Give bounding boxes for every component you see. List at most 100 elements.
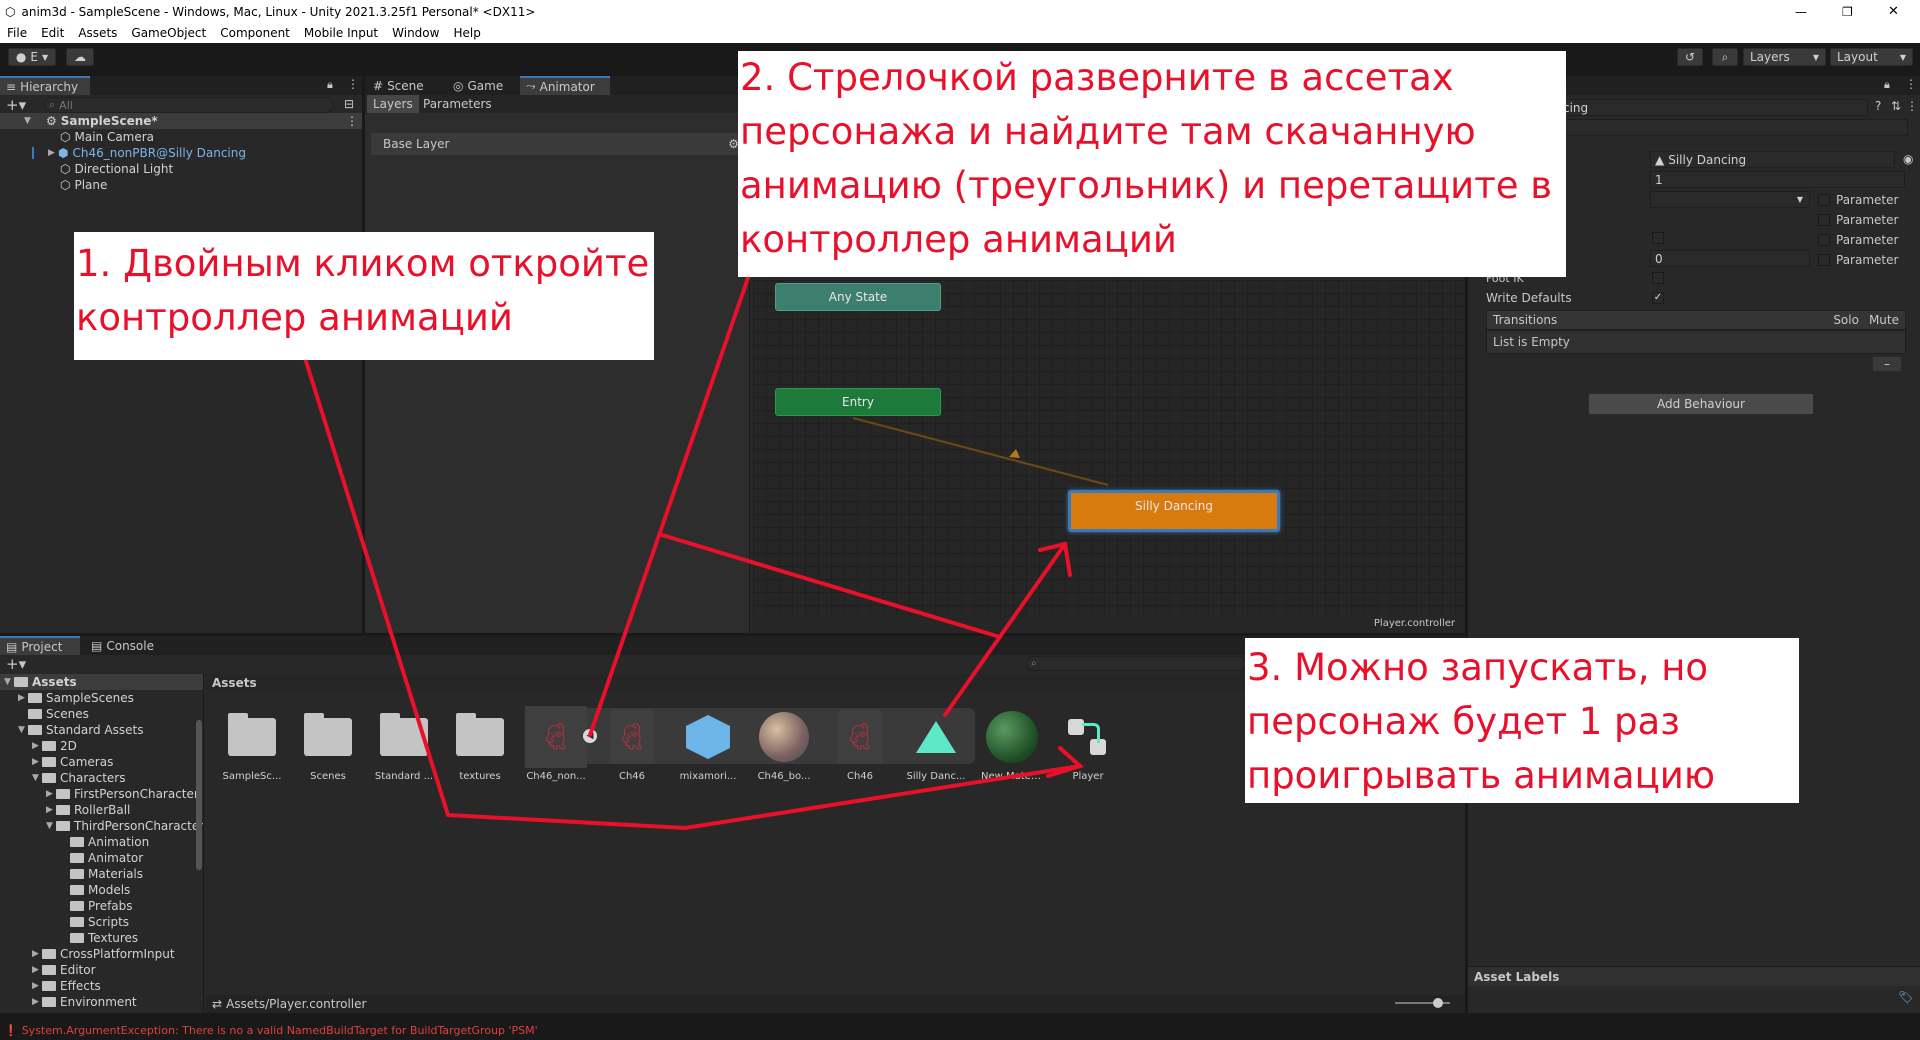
expand-arrow-icon[interactable]: ▼ [32, 773, 42, 783]
expand-arrow-icon[interactable]: ▶ [18, 693, 28, 703]
multiplier-param-toggle[interactable]: Parameter [1818, 191, 1898, 209]
hierarchy-item-character[interactable]: ▶ ⬢ Ch46_nonPBR@Silly Dancing [48, 145, 246, 161]
layers-dropdown[interactable]: Layers ▼ [1743, 48, 1826, 66]
create-asset-button[interactable]: +▾ [6, 655, 26, 673]
tree-folder-firstpersoncharacter[interactable]: ▶ FirstPersonCharacter [46, 786, 199, 802]
tree-folder-models[interactable]: Models [60, 882, 130, 898]
icon-size-slider[interactable] [1395, 998, 1450, 1008]
kebab-menu-icon[interactable]: ⋮ [347, 77, 359, 91]
motion-field[interactable]: ▲ Silly Dancing [1650, 151, 1895, 168]
preset-icon[interactable]: ⇅ [1891, 99, 1901, 113]
tree-folder-animator[interactable]: Animator [60, 850, 143, 866]
tab-console[interactable]: ▤ Console [85, 636, 160, 655]
mirror-checkbox[interactable] [1652, 232, 1664, 244]
hierarchy-search-input[interactable]: ⌕ All [44, 97, 334, 113]
time-param-toggle[interactable]: Parameter [1818, 211, 1898, 229]
tree-folder-materials[interactable]: Materials [60, 866, 143, 882]
tree-scrollbar[interactable] [196, 720, 202, 870]
tree-folder-rollerball[interactable]: ▶ RollerBall [46, 802, 130, 818]
tree-folder-textures[interactable]: Textures [60, 930, 138, 946]
add-object-button[interactable]: +▾ [6, 96, 26, 114]
asset-animation-clip-silly-dancing[interactable]: Silly Danc... [905, 706, 967, 782]
close-button[interactable]: ✕ [1888, 4, 1899, 19]
asset-mesh-ch46[interactable]: 🕺︎ Ch46 [601, 706, 663, 782]
menu-edit[interactable]: Edit [41, 26, 64, 40]
expand-arrow-icon[interactable]: ▶ [48, 148, 58, 158]
add-behaviour-button[interactable]: Add Behaviour [1588, 393, 1814, 415]
tree-folder-effects[interactable]: ▶ Effects [32, 978, 101, 994]
asset-folder-scenes[interactable]: Scenes [297, 706, 359, 782]
status-error-message[interactable]: System.ArgumentException: There is no a … [22, 1024, 538, 1037]
cycle-offset-param-toggle[interactable]: Parameter [1818, 251, 1898, 269]
menu-mobile-input[interactable]: Mobile Input [304, 26, 378, 40]
hierarchy-item-plane[interactable]: ⬡ Plane [60, 177, 107, 193]
tree-folder-assets[interactable]: ▼ Assets [0, 674, 203, 690]
tab-project[interactable]: ▤ Project [0, 636, 80, 655]
tab-animator[interactable]: ⤳ Animator [520, 76, 610, 95]
label-tag-icon[interactable]: 🏷︎ [1898, 990, 1913, 1004]
base-layer-row[interactable]: Base Layer ⚙ [371, 133, 743, 155]
tree-folder-standard-assets[interactable]: ▼ Standard Assets [18, 722, 143, 738]
state-node-silly-dancing[interactable]: Silly Dancing [1068, 490, 1280, 532]
asset-controller-player[interactable]: Player [1057, 706, 1119, 782]
state-name-field[interactable]: cing [1558, 99, 1868, 116]
cloud-button[interactable]: ☁ [66, 48, 94, 66]
kebab-menu-icon[interactable]: ⋮ [346, 114, 358, 128]
remove-transition-button[interactable]: – [1872, 356, 1902, 372]
expand-arrow-icon[interactable]: ▶ [32, 997, 42, 1007]
kebab-menu-icon[interactable]: ⋮ [1906, 99, 1918, 113]
asset-material-ch46-body[interactable]: Ch46_bo... [753, 706, 815, 782]
lock-icon[interactable]: 🔒︎ [327, 78, 333, 92]
expand-arrow-icon[interactable]: ▶ [32, 981, 42, 991]
menu-window[interactable]: Window [392, 26, 439, 40]
expand-arrow-icon[interactable]: ▶ [46, 789, 56, 799]
layout-dropdown[interactable]: Layout ▼ [1830, 48, 1913, 66]
hierarchy-item-main-camera[interactable]: ⬡ Main Camera [60, 129, 154, 145]
expand-arrow-icon[interactable]: ▼ [46, 821, 56, 831]
expand-arrow-icon[interactable]: ▼ [18, 725, 28, 735]
tab-hierarchy[interactable]: ≡ Hierarchy [0, 76, 90, 95]
tag-field[interactable] [1558, 119, 1908, 136]
tree-folder-cameras[interactable]: ▶ Cameras [32, 754, 113, 770]
history-button[interactable]: ↺ [1677, 48, 1703, 66]
tab-scene[interactable]: # Scene [367, 76, 430, 95]
expand-arrow-icon[interactable]: ▶ [32, 741, 42, 751]
tree-folder-crossplatforminput[interactable]: ▶ CrossPlatformInput [32, 946, 175, 962]
tree-folder-2d[interactable]: ▶ 2D [32, 738, 77, 754]
asset-prefab-mixamorig[interactable]: mixamori... [677, 706, 739, 782]
expand-arrow-icon[interactable]: ▶ [32, 965, 42, 975]
write-defaults-checkbox[interactable]: ✓ [1652, 292, 1664, 304]
speed-field[interactable]: 1 [1650, 171, 1905, 188]
asset-folder-standard-assets[interactable]: Standard ... [373, 706, 435, 782]
help-icon[interactable]: ? [1875, 99, 1881, 113]
breadcrumb-assets[interactable]: Assets [212, 676, 257, 690]
multiplier-dropdown[interactable]: ▼ [1650, 191, 1810, 208]
asset-folder-textures[interactable]: textures [449, 706, 511, 782]
asset-model-ch46-nonpbr[interactable]: 🕺︎ Ch46_non... [525, 706, 587, 782]
asset-avatar-ch46[interactable]: 🕺︎ Ch46 [829, 706, 891, 782]
tree-folder-editor[interactable]: ▶ Editor [32, 962, 96, 978]
search-button[interactable]: ⌕ [1712, 48, 1738, 66]
tree-folder-fonts[interactable]: ▶Fonts [32, 1010, 92, 1013]
menu-component[interactable]: Component [220, 26, 290, 40]
tree-folder-scripts[interactable]: Scripts [60, 914, 129, 930]
expand-arrow-icon[interactable]: ▼ [24, 116, 34, 126]
expand-arrow-icon[interactable]: ▶ [32, 949, 42, 959]
tree-folder-characters[interactable]: ▼ Characters [32, 770, 126, 786]
object-picker-icon[interactable]: ◉ [1903, 152, 1913, 166]
minimize-button[interactable]: — [1795, 5, 1807, 19]
menu-help[interactable]: Help [453, 26, 480, 40]
tab-parameters[interactable]: Parameters [417, 95, 498, 113]
tab-layers[interactable]: Layers [367, 95, 419, 113]
expand-arrow-icon[interactable]: ▶ [46, 805, 56, 815]
kebab-menu-icon[interactable]: ⋮ [1905, 77, 1917, 91]
restore-button[interactable]: ❐ [1842, 5, 1853, 19]
tree-folder-thirdpersoncharacter[interactable]: ▼ ThirdPersonCharacter [46, 818, 203, 834]
expand-asset-toggle-icon[interactable]: ◀ [583, 729, 597, 743]
asset-folder-samplescenes[interactable]: SampleSc... [221, 706, 283, 782]
tree-folder-animation[interactable]: Animation [60, 834, 149, 850]
hierarchy-item-directional-light[interactable]: ⬡ Directional Light [60, 161, 173, 177]
lock-icon[interactable]: 🔒︎ [1884, 78, 1890, 92]
tree-folder-samplescenes[interactable]: ▶ SampleScenes [18, 690, 134, 706]
tree-folder-scenes[interactable]: Scenes [18, 706, 89, 722]
